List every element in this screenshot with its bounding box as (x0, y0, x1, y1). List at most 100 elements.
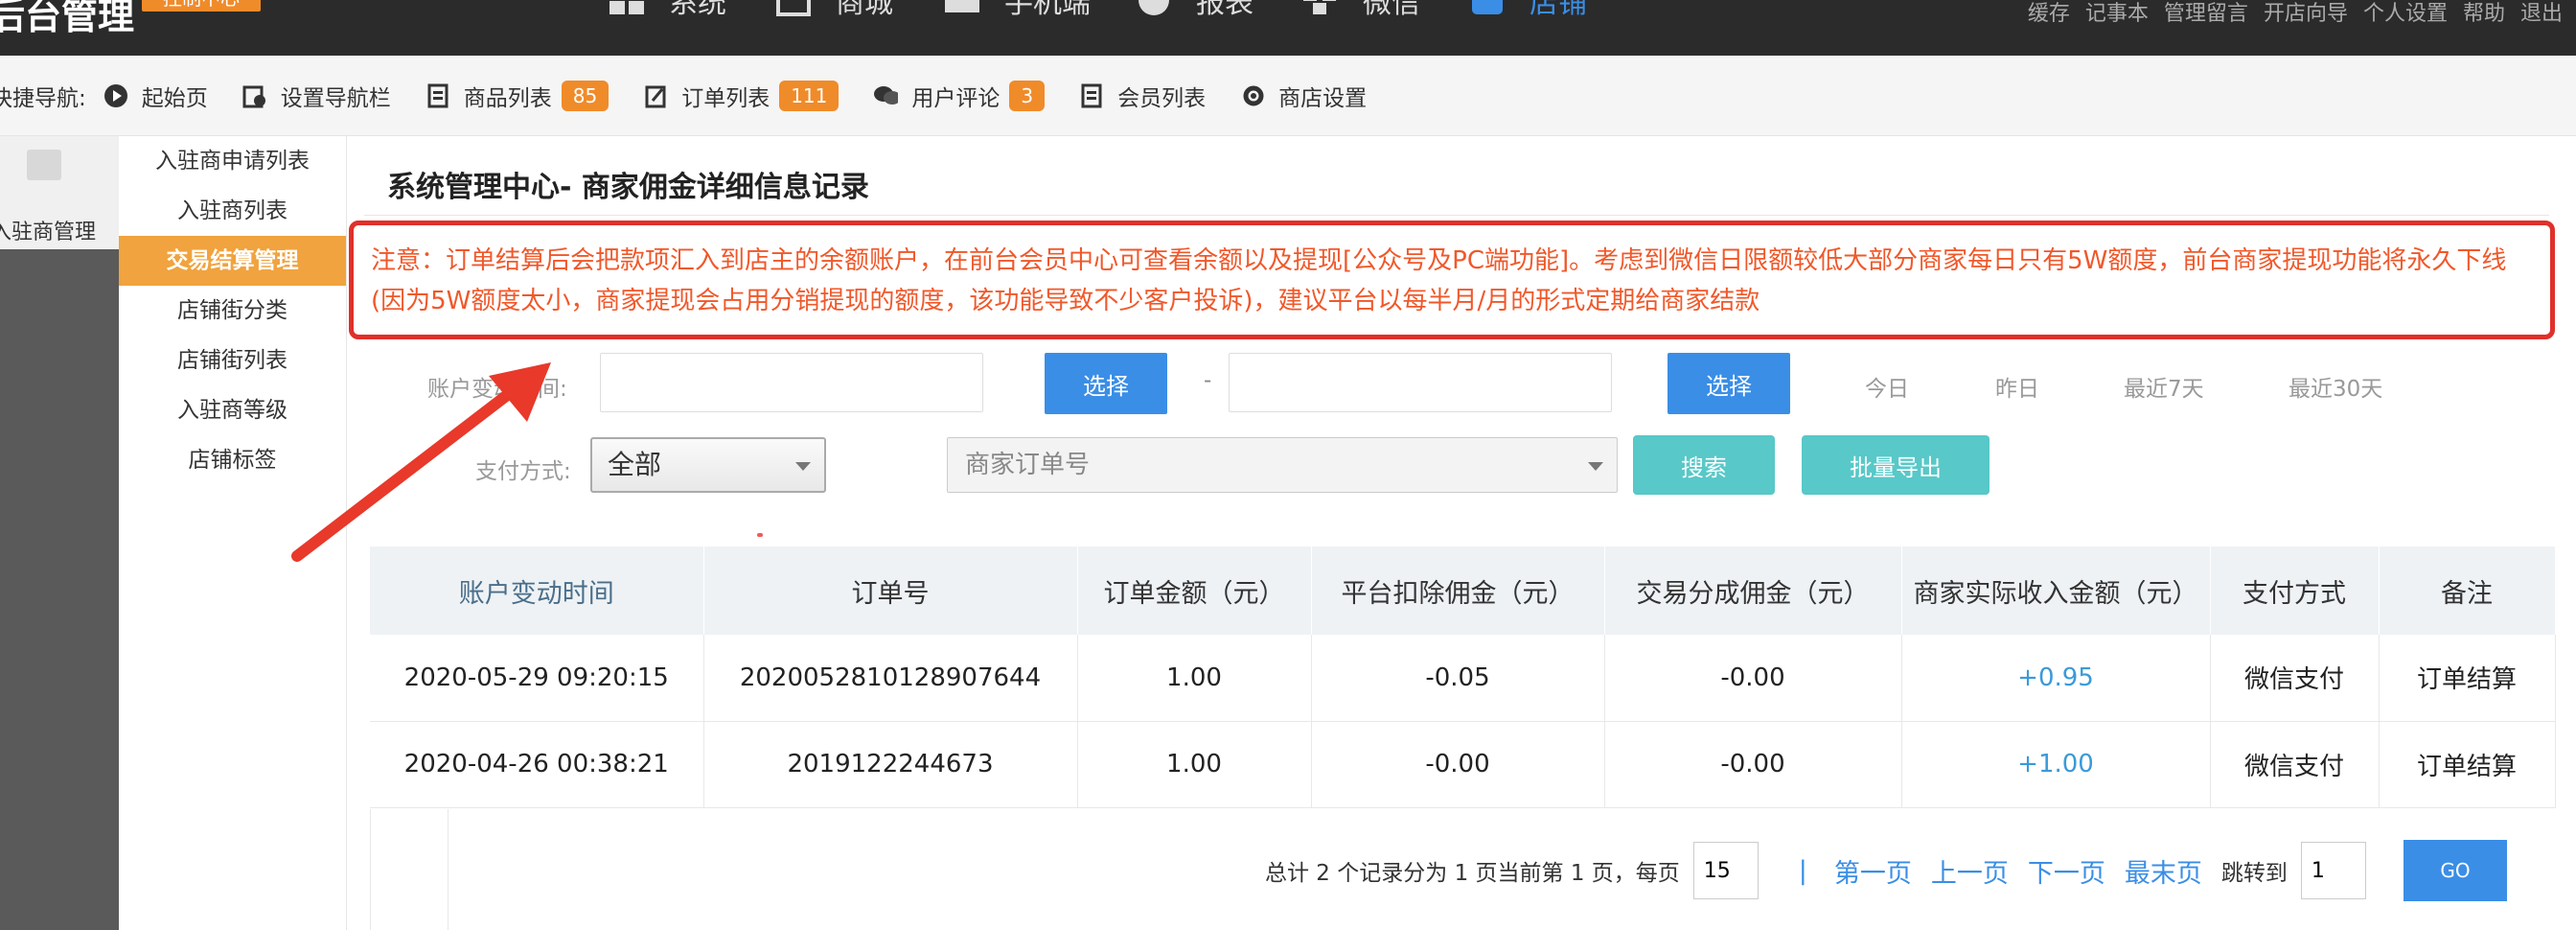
link-cache[interactable]: 缓存 (2028, 0, 2070, 31)
link-help[interactable]: 帮助 (2463, 0, 2505, 31)
edit-icon (643, 83, 668, 108)
topnav-label: 商城 (836, 0, 893, 20)
brand-badge: 控制中心 (142, 0, 261, 12)
quicknav-setnav[interactable]: 设置导航栏 (242, 80, 391, 112)
next-page-link[interactable]: 下一页 (2028, 852, 2105, 890)
commission-table: 账户变动时间 订单号 订单金额（元） 平台扣除佣金（元） 交易分成佣金（元） 商… (370, 546, 2556, 808)
cell-order-no: 2019122244673 (703, 721, 1078, 808)
sidebar-item-settlement[interactable]: 交易结算管理 (119, 236, 346, 286)
sidebar-item-merchant-list[interactable]: 入驻商列表 (119, 186, 346, 236)
cell-actual-income: +0.95 (1901, 635, 2211, 722)
count-badge: 85 (561, 80, 610, 111)
quicknav-shop-settings[interactable]: 商店设置 (1240, 80, 1367, 112)
notice-box: 注意：订单结算后会把款项汇入到店主的余额账户，在前台会员中心可查看余额以及提现[… (349, 221, 2555, 339)
topnav-label: 微信 (1363, 0, 1420, 20)
quick-date-today[interactable]: 今日 (1865, 370, 1909, 403)
topnav-wechat[interactable]: 微信 (1303, 0, 1420, 20)
order-number-placeholder: 商家订单号 (965, 451, 1091, 479)
topnav-shop[interactable]: 店铺 (1470, 0, 1587, 20)
col-header-order-amount[interactable]: 订单金额（元） (1077, 546, 1312, 635)
end-date-input[interactable] (1229, 353, 1612, 412)
quicknav-orders[interactable]: 订单列表 111 (643, 80, 840, 112)
link-messages[interactable]: 管理留言 (2164, 0, 2248, 31)
last-page-link[interactable]: 最末页 (2125, 852, 2202, 890)
cell-pay-method: 微信支付 (2210, 721, 2380, 808)
col-header-trade-commission[interactable]: 交易分成佣金（元） (1604, 546, 1902, 635)
top-bar: 后台管理 控制中心 系统 商城 手机端 报表 微信 店铺 (0, 0, 2576, 56)
annotation-arrow (291, 362, 551, 562)
puzzle-icon (1303, 0, 1340, 16)
quicknav-label: 商店设置 (1278, 85, 1368, 111)
pie-icon (1137, 0, 1173, 16)
link-logout[interactable]: 退出 (2520, 0, 2563, 31)
count-badge: 3 (1009, 80, 1046, 111)
go-button[interactable]: GO (2404, 840, 2507, 901)
link-settings[interactable]: 个人设置 (2363, 0, 2448, 31)
select-end-button[interactable]: 选择 (1668, 353, 1790, 414)
cell-trade-commission: -0.00 (1604, 635, 1902, 722)
topnav-report[interactable]: 报表 (1137, 0, 1254, 20)
page-title: 系统管理中心- 商家佣金详细信息记录 (387, 171, 869, 204)
quicknav-label: 会员列表 (1117, 85, 1207, 111)
start-date-input[interactable] (600, 353, 983, 412)
cell-platform-commission: -0.05 (1311, 635, 1605, 722)
first-page-link[interactable]: 第一页 (1834, 852, 1912, 890)
divider (364, 215, 2549, 216)
link-notepad[interactable]: 记事本 (2085, 0, 2149, 31)
quicknav-reviews[interactable]: 用户评论 3 (873, 80, 1046, 112)
prev-page-link[interactable]: 上一页 (1931, 852, 2009, 890)
quicknav-label: 用户评论 (911, 85, 1000, 111)
quick-date-yesterday[interactable]: 昨日 (1995, 370, 2039, 403)
top-links: 缓存 记事本 管理留言 开店向导 个人设置 帮助 退出 (2028, 0, 2563, 31)
topnav-label: 店铺 (1530, 0, 1587, 20)
quick-date-30days[interactable]: 最近30天 (2288, 370, 2382, 403)
col-header-remark[interactable]: 备注 (2379, 546, 2556, 635)
search-button[interactable]: 搜索 (1633, 435, 1775, 495)
col-header-actual-income[interactable]: 商家实际收入金额（元） (1901, 546, 2211, 635)
col-header-order-no[interactable]: 订单号 (703, 546, 1078, 635)
link-wizard[interactable]: 开店向导 (2264, 0, 2348, 31)
topnav-label: 系统 (669, 0, 726, 20)
cell-actual-income: +1.00 (1901, 721, 2211, 808)
quicknav-products[interactable]: 商品列表 85 (426, 80, 610, 112)
sidebar-section[interactable]: 入驻商管理 (0, 136, 119, 249)
col-header-time[interactable]: 账户变动时间 (370, 546, 704, 635)
select-start-button[interactable]: 选择 (1045, 353, 1167, 414)
topnav-system[interactable]: 系统 (610, 0, 726, 20)
cell-order-amount: 1.00 (1077, 721, 1312, 808)
cell-remark: 订单结算 (2379, 635, 2556, 722)
topnav-mobile[interactable]: 手机端 (945, 0, 1091, 20)
chevron-down-icon (795, 462, 811, 471)
date-range-dash: - (1204, 368, 1212, 393)
clipboard-icon (1079, 83, 1104, 108)
export-button[interactable]: 批量导出 (1802, 435, 1990, 495)
quicknav-members[interactable]: 会员列表 (1079, 80, 1206, 112)
topnav-mall[interactable]: 商城 (776, 0, 893, 20)
chat-icon (873, 83, 899, 108)
printer-icon (945, 0, 981, 16)
table-header-row: 账户变动时间 订单号 订单金额（元） 平台扣除佣金（元） 交易分成佣金（元） 商… (370, 546, 2556, 635)
pay-method-select[interactable]: 全部 (590, 437, 826, 493)
col-header-platform-commission[interactable]: 平台扣除佣金（元） (1311, 546, 1605, 635)
jump-page-input[interactable] (2300, 842, 2366, 899)
quicknav-label: 商品列表 (463, 85, 552, 111)
primary-sidebar: 入驻商管理 (0, 136, 119, 930)
quick-date-7days[interactable]: 最近7天 (2124, 370, 2204, 403)
quicknav-start[interactable]: 起始页 (104, 80, 208, 112)
brand-title: 后台管理 (0, 0, 135, 37)
image-icon (27, 150, 61, 180)
per-page-input[interactable] (1692, 842, 1759, 899)
cell-remark: 订单结算 (2379, 721, 2556, 808)
pagination: 总计 2 个记录分为 1 页当前第 1 页，每页 | 第一页 上一页 下一页 最… (1265, 840, 2383, 901)
sidebar-item-street-category[interactable]: 店铺街分类 (119, 286, 346, 336)
pager-separator: | (1798, 855, 1807, 886)
quicknav-label: 订单列表 (681, 85, 770, 111)
col-header-pay-method[interactable]: 支付方式 (2210, 546, 2380, 635)
topnav-label: 手机端 (1004, 0, 1091, 20)
order-number-select[interactable]: 商家订单号 (947, 437, 1618, 493)
count-badge: 111 (779, 80, 840, 111)
chevron-down-icon (1588, 462, 1603, 471)
sidebar-item-apply-list[interactable]: 入驻商申请列表 (119, 136, 346, 186)
sidebar-section-label: 入驻商管理 (0, 221, 97, 244)
shop-icon (1470, 0, 1506, 16)
